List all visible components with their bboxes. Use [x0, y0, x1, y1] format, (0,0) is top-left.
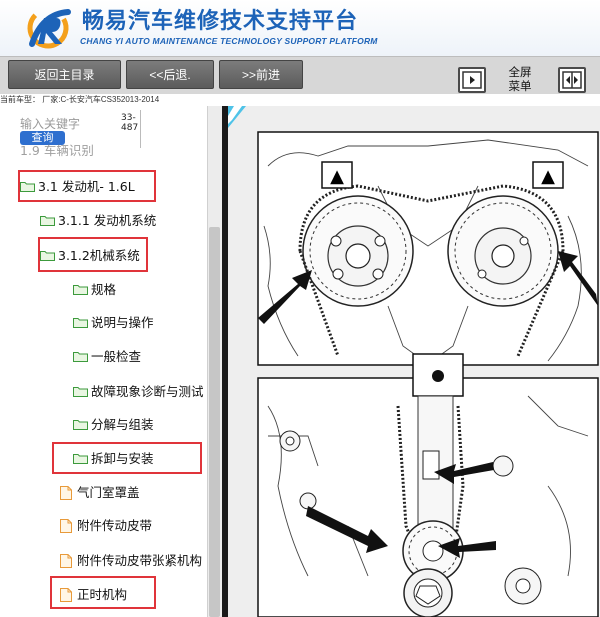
folder-icon [73, 285, 88, 295]
search-input[interactable]: 输入关键字 [20, 115, 80, 132]
tree-item-label: 3.1.1 发动机系统 [58, 212, 157, 228]
highlight-box [52, 442, 202, 474]
tree-folder-item[interactable]: 说明与操作 [73, 309, 154, 335]
tree-item-label: 分解与组装 [91, 416, 154, 432]
split-view-button[interactable] [558, 67, 586, 93]
folder-icon [40, 216, 55, 226]
home-button[interactable]: 返回主目录 [8, 60, 121, 89]
tree-folder-item[interactable]: 规格 [73, 276, 116, 302]
document-icon [60, 485, 72, 500]
highlight-box [18, 170, 156, 202]
document-icon [60, 518, 72, 533]
tree-item-partial[interactable]: 1.9 车辆识别 [20, 143, 94, 157]
tree-item-label: 一般检查 [91, 348, 142, 364]
tree-item-label: 附件传动皮带张紧机构 [77, 552, 203, 568]
tree-item-label: 规格 [91, 281, 117, 297]
folder-icon [73, 420, 88, 430]
left-scrollbar-thumb[interactable] [209, 227, 220, 617]
app-header: 畅易汽车维修技术支持平台 CHANG YI AUTO MAINTENANCE T… [0, 0, 600, 56]
marker-left: ▲ [330, 166, 344, 187]
tree-doc-item[interactable]: 附件传动皮带 [60, 512, 152, 538]
app-subtitle: CHANG YI AUTO MAINTENANCE TECHNOLOGY SUP… [80, 36, 378, 46]
tree-folder-item[interactable]: 分解与组装 [73, 411, 154, 437]
highlight-box [38, 237, 148, 272]
fullscreen-icon [462, 71, 482, 89]
tree-doc-item[interactable]: 气门室罩盖 [60, 479, 140, 505]
marker-right: ▲ [541, 166, 555, 187]
folder-icon [73, 387, 88, 397]
tree-item-label: 气门室罩盖 [77, 484, 140, 500]
app-title: 畅易汽车维修技术支持平台 [82, 9, 359, 34]
tree-folder-item[interactable]: 一般检查 [73, 343, 141, 369]
folder-icon [73, 318, 88, 328]
tree-doc-item[interactable]: 附件传动皮带张紧机构 [60, 547, 202, 573]
tree-item-label: 故障现象诊断与测试 [91, 383, 204, 399]
fullscreen-label-line1: 全屏 [508, 67, 532, 79]
tree-folder-item[interactable]: 3.1.1 发动机系统 [40, 207, 156, 233]
fullscreen-menu-label: 全屏 菜单 [501, 66, 539, 94]
split-view-icon [562, 71, 582, 89]
search-count: 33-487 [121, 113, 139, 133]
tree-item-label: 1.9 车辆识别 [20, 143, 94, 157]
logo-icon [27, 7, 71, 49]
tree-item-label: 附件传动皮带 [77, 517, 153, 533]
highlight-box [50, 576, 156, 609]
forward-button[interactable]: >>前进 [219, 60, 303, 89]
fullscreen-label-line2: 菜单 [508, 81, 532, 93]
timing-chain-diagram: ▲ ▲ [228, 106, 600, 617]
search-divider [140, 110, 141, 148]
back-button[interactable]: <<后退. [126, 60, 214, 89]
folder-icon [73, 352, 88, 362]
content-pane: ▲ ▲ [228, 106, 600, 617]
tree-item-label: 说明与操作 [91, 314, 154, 330]
fullscreen-button[interactable] [458, 67, 486, 93]
document-icon [60, 553, 72, 568]
tree-folder-item[interactable]: 故障现象诊断与测试 [73, 378, 204, 404]
left-panel: 输入关键字 33-487 查询 1.9 车辆识别 3.1 发动机- 1.6L 3.… [0, 106, 222, 617]
current-model-line: 当前车型： 厂家:C-长安汽车CS352013-2014 [0, 95, 160, 104]
